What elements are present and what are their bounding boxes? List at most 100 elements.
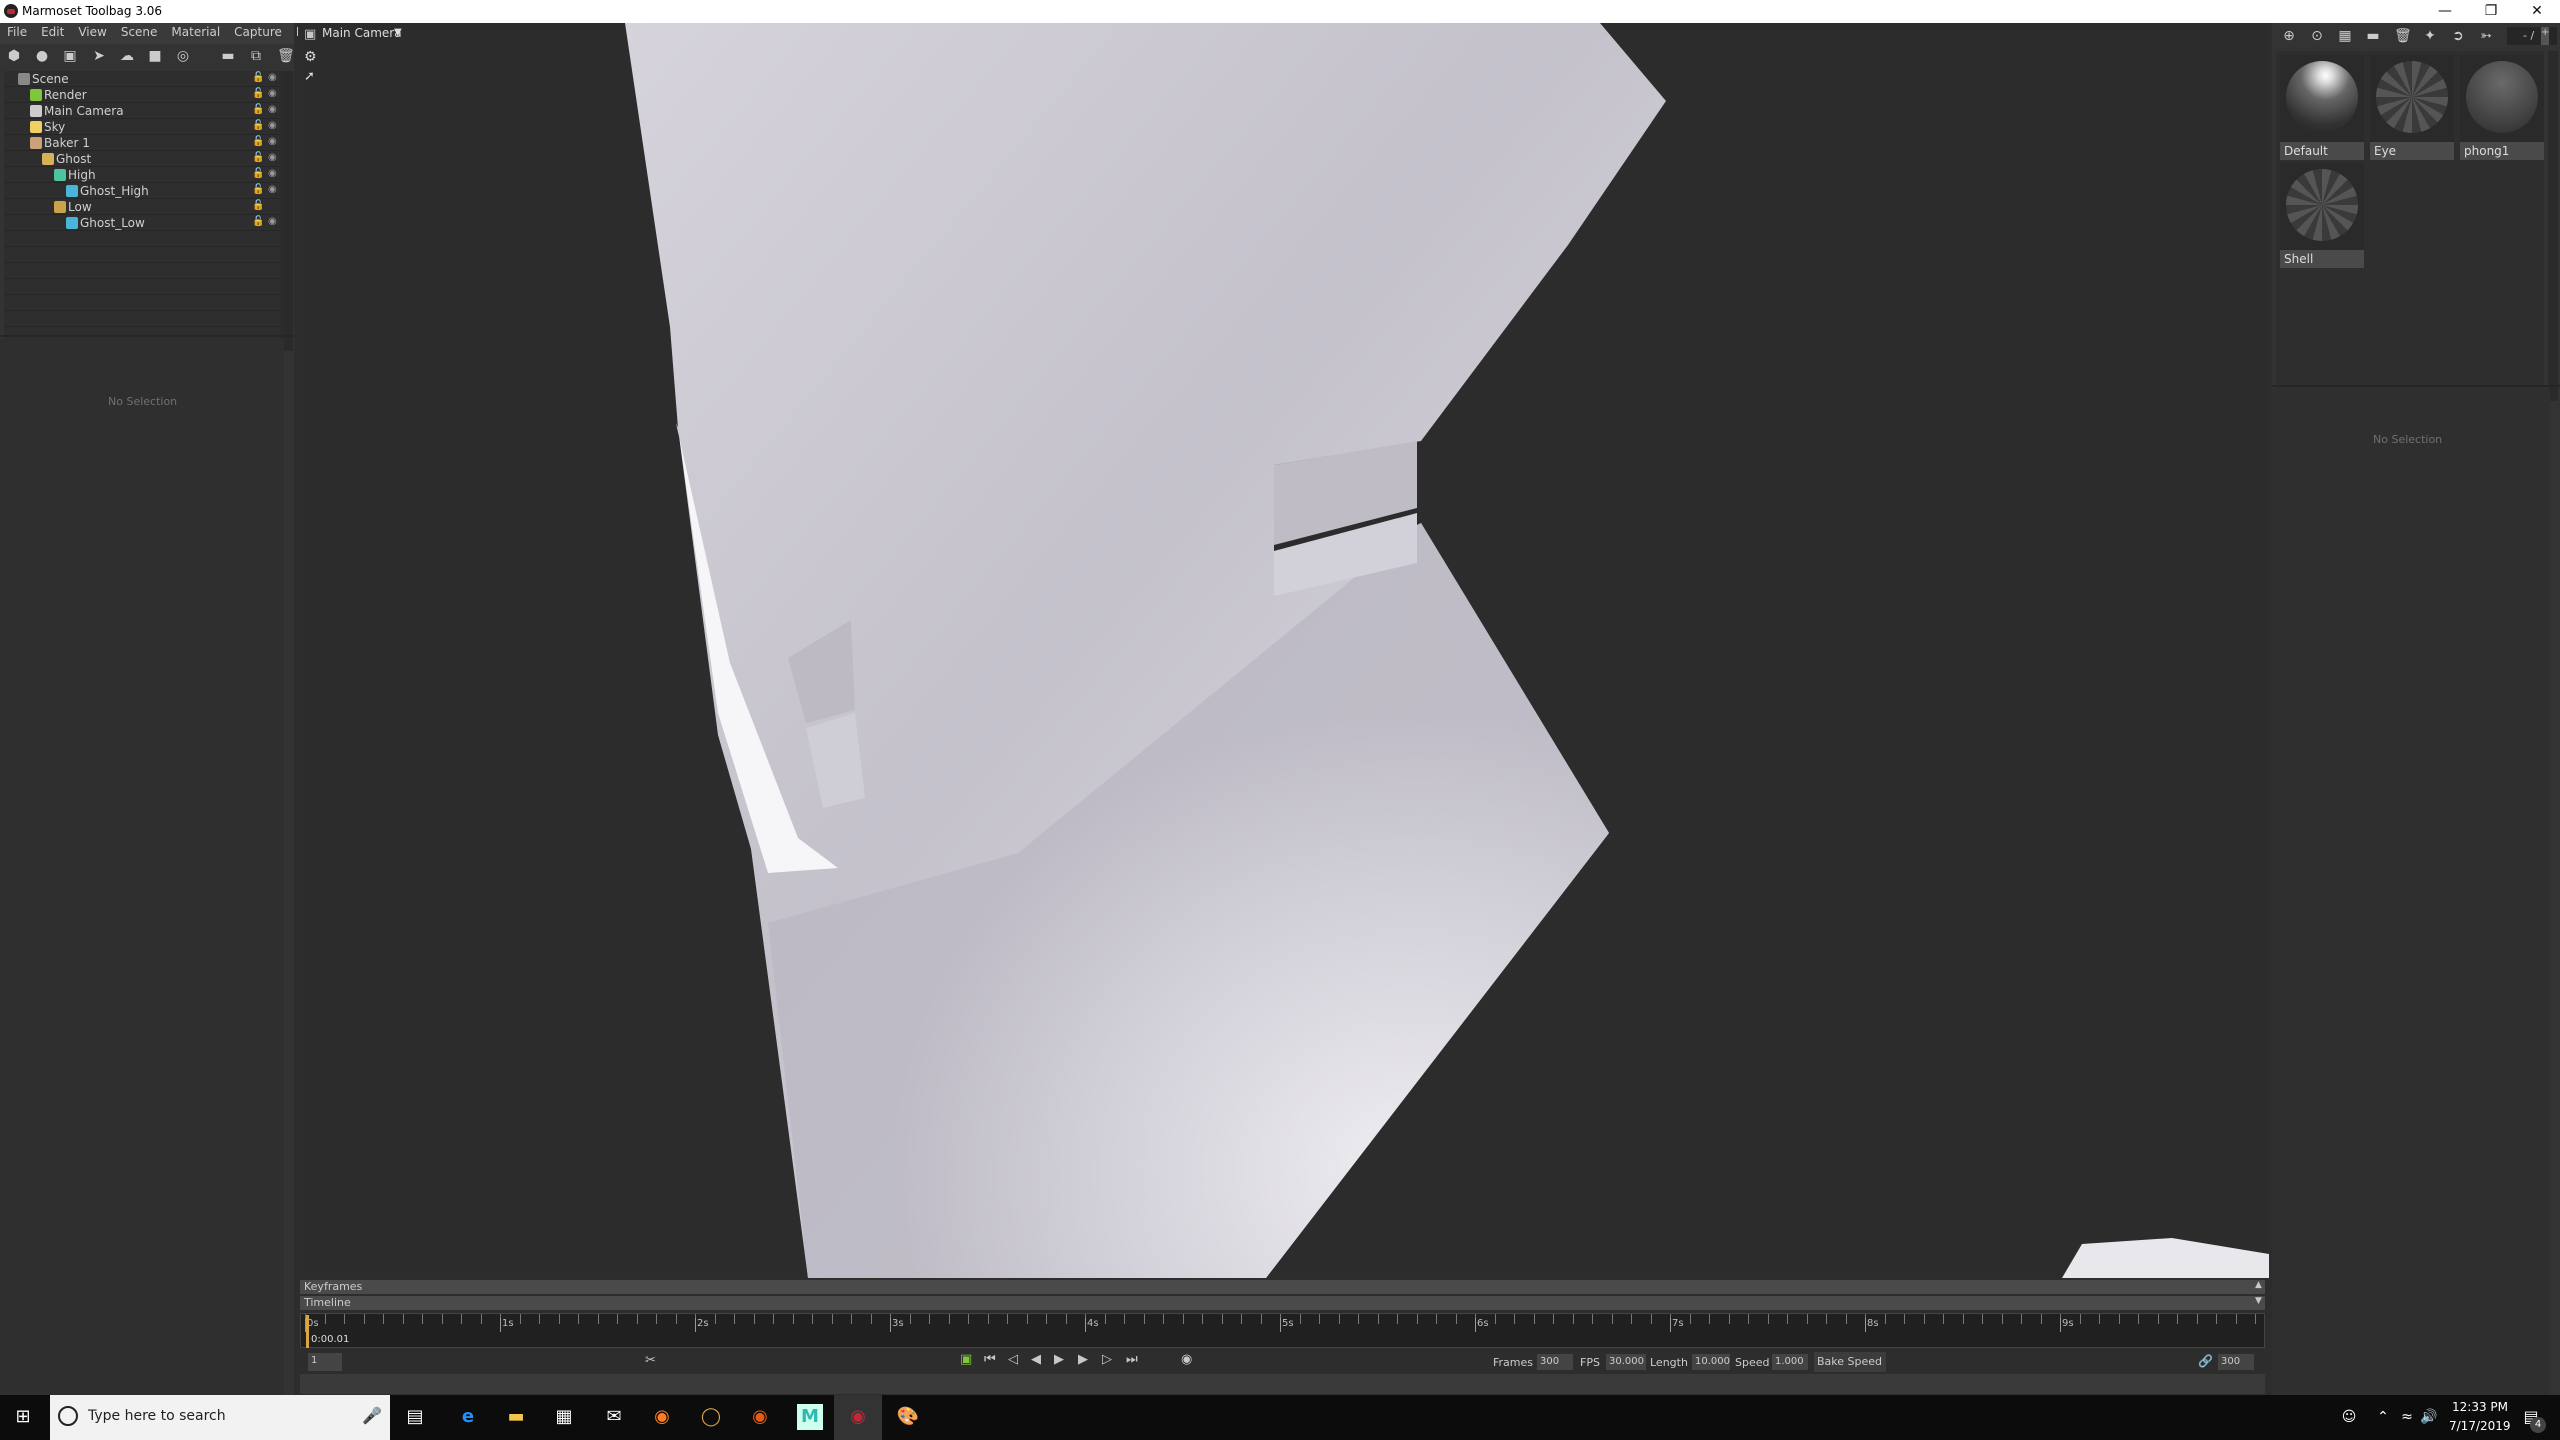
- windows-start-icon[interactable]: ⊞: [10, 1404, 36, 1430]
- baker-icon[interactable]: ■: [147, 48, 163, 64]
- material-shell[interactable]: Shell: [2280, 163, 2364, 268]
- restore-button[interactable]: ❐: [2468, 0, 2514, 23]
- minimize-button[interactable]: —: [2422, 0, 2468, 23]
- close-button[interactable]: ✕: [2514, 0, 2560, 23]
- lock-icon[interactable]: 🔓: [252, 168, 264, 179]
- page-plus-button[interactable]: +: [2541, 27, 2549, 45]
- tree-item-high[interactable]: High 🔓 ◉: [4, 167, 280, 183]
- fps-input[interactable]: 30.000: [1606, 1354, 1646, 1370]
- keyframe-track[interactable]: [300, 1374, 2265, 1394]
- lock-icon[interactable]: 🔓: [252, 200, 264, 211]
- rocket-icon[interactable]: ➚: [304, 69, 315, 84]
- microphone-icon[interactable]: 🎤: [362, 1406, 382, 1425]
- page-control[interactable]: - / +: [2507, 27, 2557, 45]
- prev-key-icon[interactable]: ◁: [1008, 1352, 1018, 1367]
- checker-icon[interactable]: ▦: [2337, 28, 2353, 44]
- lock-icon[interactable]: 🔓: [252, 184, 264, 195]
- trash-icon[interactable]: 🗑: [2394, 28, 2412, 44]
- eye-icon[interactable]: ◉: [268, 168, 277, 179]
- camera-selector[interactable]: Main Camera: [322, 26, 402, 40]
- trash-icon[interactable]: 🗑: [277, 48, 295, 64]
- mesh-icon[interactable]: ⬢: [6, 48, 22, 64]
- collapse-arrow-icon[interactable]: ▲: [2255, 1280, 2262, 1290]
- folder-icon[interactable]: ▬: [2365, 28, 2381, 44]
- menu-capture[interactable]: Capture: [227, 23, 289, 44]
- scissors-icon[interactable]: ✂: [645, 1353, 656, 1368]
- chevron-down-icon[interactable]: ▼: [394, 27, 402, 38]
- tree-item-low[interactable]: Low 🔓: [4, 199, 280, 215]
- link-icon[interactable]: 🔗: [2198, 1354, 2213, 1368]
- maya-icon[interactable]: M: [797, 1404, 823, 1430]
- lock-icon[interactable]: 🔓: [252, 120, 264, 131]
- taskbar-search[interactable]: Type here to search 🎤: [50, 1395, 390, 1440]
- length-input[interactable]: 10.000: [1692, 1354, 1730, 1370]
- lock-icon[interactable]: 🔓: [252, 136, 264, 147]
- viewport-3d[interactable]: ▣ Main Camera ▼ ⚙ ➚: [298, 23, 2269, 1278]
- pick-material-icon[interactable]: ✦: [2422, 28, 2438, 44]
- export-icon[interactable]: ➲: [2450, 28, 2466, 44]
- frames-input[interactable]: 300: [1537, 1354, 1573, 1370]
- loop-icon[interactable]: ▣: [960, 1352, 972, 1367]
- lock-icon[interactable]: 🔓: [252, 88, 264, 99]
- lock-icon[interactable]: 🔓: [252, 216, 264, 227]
- tree-item-render[interactable]: Render 🔓 ◉: [4, 87, 280, 103]
- keyframes-header[interactable]: Keyframes: [300, 1280, 2265, 1294]
- duplicate-icon[interactable]: ⧉: [248, 48, 264, 64]
- lock-icon[interactable]: 🔓: [252, 104, 264, 115]
- people-icon[interactable]: ☺: [2336, 1404, 2362, 1430]
- tree-item-sky[interactable]: Sky 🔓 ◉: [4, 119, 280, 135]
- timeline-ruler[interactable]: 0s 1s 2s 3s 4s 5s 6s 7s 8s 9s: [300, 1313, 2265, 1348]
- import-icon[interactable]: ➳: [2478, 28, 2494, 44]
- turntable-icon[interactable]: ◉: [1181, 1352, 1192, 1367]
- clock-time[interactable]: 12:33 PM: [2452, 1400, 2508, 1414]
- volume-icon[interactable]: 🔊: [2416, 1404, 2442, 1430]
- material-phong1[interactable]: phong1: [2460, 55, 2544, 160]
- frame-input[interactable]: 1: [308, 1353, 342, 1371]
- end-frame-input[interactable]: 300: [2218, 1354, 2254, 1370]
- file-explorer-icon[interactable]: ▬: [503, 1404, 529, 1430]
- expand-arrow-icon[interactable]: ▼: [2255, 1296, 2262, 1306]
- menu-view[interactable]: View: [71, 23, 113, 44]
- menu-edit[interactable]: Edit: [34, 23, 71, 44]
- bake-speed-button[interactable]: Bake Speed: [1814, 1352, 1886, 1372]
- timeline-header[interactable]: Timeline: [300, 1296, 2265, 1310]
- firefox-icon[interactable]: ◉: [649, 1404, 675, 1430]
- eye-icon[interactable]: ◉: [268, 152, 277, 163]
- eye-icon[interactable]: ◉: [268, 72, 277, 83]
- sky-icon[interactable]: ☁: [119, 48, 135, 64]
- light-icon[interactable]: ●: [34, 48, 50, 64]
- eye-icon[interactable]: ◉: [268, 104, 277, 115]
- eye-icon[interactable]: ◉: [268, 184, 277, 195]
- skip-end-icon[interactable]: ⏭: [1126, 1352, 1138, 1367]
- task-view-icon[interactable]: ▤: [402, 1404, 428, 1430]
- tree-item-ghost-low[interactable]: Ghost_Low 🔓 ◉: [4, 215, 280, 231]
- material-eye[interactable]: Eye: [2370, 55, 2454, 160]
- tree-item-scene[interactable]: Scene 🔓 ◉: [4, 71, 280, 87]
- eye-icon[interactable]: ◉: [268, 88, 277, 99]
- play-icon[interactable]: ▶: [1054, 1352, 1064, 1367]
- next-frame-icon[interactable]: ▶: [1078, 1352, 1088, 1367]
- lock-icon[interactable]: 🔓: [252, 152, 264, 163]
- clock-date[interactable]: 7/17/2019: [2449, 1419, 2511, 1433]
- turntable-icon[interactable]: ◎: [175, 48, 191, 64]
- shadow-catcher-icon[interactable]: ➤: [91, 48, 107, 64]
- eye-icon[interactable]: ◉: [268, 216, 277, 227]
- menu-file[interactable]: File: [0, 23, 34, 44]
- skip-start-icon[interactable]: ⏮: [984, 1352, 996, 1367]
- duplicate-material-icon[interactable]: ⊙: [2309, 28, 2325, 44]
- add-material-icon[interactable]: ⊕: [2281, 28, 2297, 44]
- tree-scrollbar[interactable]: [284, 71, 293, 351]
- playhead[interactable]: [306, 1315, 309, 1348]
- store-icon[interactable]: ▦: [551, 1404, 577, 1430]
- marmoset-taskbar-button[interactable]: ◉: [834, 1395, 882, 1440]
- edge-icon[interactable]: e: [455, 1404, 481, 1430]
- lock-icon[interactable]: 🔓: [252, 72, 264, 83]
- tree-item-main-camera[interactable]: Main Camera 🔓 ◉: [4, 103, 280, 119]
- tree-item-ghost[interactable]: Ghost 🔓 ◉: [4, 151, 280, 167]
- material-default[interactable]: Default: [2280, 55, 2364, 160]
- menu-material[interactable]: Material: [164, 23, 227, 44]
- eye-icon[interactable]: ◉: [268, 120, 277, 131]
- folder-icon[interactable]: ▬: [220, 48, 236, 64]
- tree-item-ghost-high[interactable]: Ghost_High 🔓 ◉: [4, 183, 280, 199]
- menu-scene[interactable]: Scene: [114, 23, 165, 44]
